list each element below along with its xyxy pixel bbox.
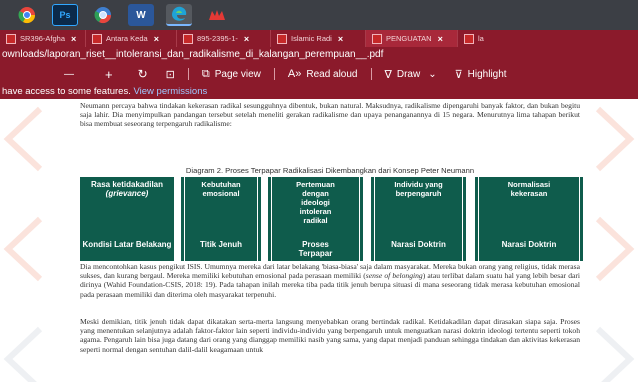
notice-text: have access to some features. bbox=[2, 86, 134, 97]
diagram-box-2: Kebutuhan emosional Titik Jenuh bbox=[181, 177, 261, 261]
paragraph-intro: Neumann percaya bahwa tindakan kekerasan… bbox=[80, 101, 580, 129]
read-aloud-icon: A» bbox=[287, 68, 302, 80]
diagram-box-5-bottom: Narasi Doktrin bbox=[501, 240, 557, 249]
paragraph-isis-example: Dia mencontohkan kasus pengikut ISIS. Um… bbox=[80, 262, 580, 299]
browser-tab[interactable]: 895-2395-1- × bbox=[177, 30, 271, 47]
diagram-box-4-top: Individu yang berpengaruh bbox=[394, 180, 443, 198]
close-tab-icon[interactable]: × bbox=[438, 34, 443, 44]
pdf-favicon-icon bbox=[6, 33, 16, 44]
tab-title: PENGUATAN bbox=[386, 34, 432, 43]
draw-label: Draw bbox=[396, 68, 421, 80]
close-tab-icon[interactable]: × bbox=[244, 34, 249, 44]
toolbar-separator bbox=[187, 68, 189, 80]
diagram-box-1-bottom: Kondisi Latar Belakang bbox=[82, 240, 172, 249]
toolbar-separator bbox=[273, 68, 275, 80]
tab-title: la bbox=[478, 34, 484, 43]
chevron-down-icon[interactable]: ⌄ bbox=[428, 69, 436, 80]
diagram-box-4: Individu yang berpengaruh Narasi Doktrin bbox=[371, 177, 466, 261]
pdf-favicon-icon bbox=[372, 33, 382, 44]
diagram-box-5: Normalisasi kekerasan Narasi Doktrin bbox=[475, 177, 583, 261]
draw-button[interactable]: ∇ Draw ⌄ bbox=[385, 68, 437, 81]
highlight-icon: ⊽ bbox=[454, 68, 463, 81]
browser-tab-strip: SR396-Afgha × Antara Keda × 895-2395-1- … bbox=[0, 30, 638, 47]
toolbar-separator bbox=[370, 68, 372, 80]
mendeley-app-icon[interactable] bbox=[204, 4, 230, 26]
paragraph-saturation: Meski demikian, titik jenuh tidak dapat … bbox=[80, 317, 580, 354]
edge-app-icon[interactable] bbox=[166, 4, 192, 26]
permissions-notice: have access to some features. View permi… bbox=[0, 85, 638, 99]
edge-logo-icon bbox=[172, 6, 187, 21]
diagram-box-4-bottom: Narasi Doktrin bbox=[391, 240, 446, 249]
close-tab-icon[interactable]: × bbox=[338, 34, 343, 44]
diagram-box-2-top: Kebutuhan emosional bbox=[201, 180, 241, 198]
diagram-box-5-top: Normalisasi kekerasan bbox=[507, 180, 551, 198]
fit-page-icon: ⊡ bbox=[165, 68, 175, 81]
close-tab-icon[interactable]: × bbox=[71, 34, 76, 44]
photoshop-label: Ps bbox=[59, 10, 71, 20]
highlight-button[interactable]: ⊽ Highlight bbox=[455, 68, 507, 81]
plus-icon: + bbox=[105, 66, 113, 82]
address-bar[interactable]: ownloads/laporan_riset__intoleransi_dan_… bbox=[0, 47, 638, 63]
pdf-favicon-icon bbox=[464, 33, 474, 44]
chrome-alt-logo-icon bbox=[94, 7, 112, 24]
diagram-box-3: Pertemuan dengan ideologi intoleran radi… bbox=[268, 177, 363, 261]
zoom-out-button[interactable]: — bbox=[64, 69, 74, 80]
diagram-box-3-top: Pertemuan dengan ideologi intoleran radi… bbox=[296, 180, 335, 225]
para2-emphasis: sense of belonging bbox=[365, 271, 423, 281]
chrome-alt-app-icon[interactable] bbox=[90, 4, 116, 26]
fit-page-button[interactable]: ⊡ bbox=[166, 68, 175, 81]
pdf-toolbar: — + ↻ ⊡ ⧉ Page view A» Read aloud ∇ Draw… bbox=[0, 63, 638, 85]
pdf-page: Neumann percaya bahwa tindakan kekerasan… bbox=[0, 99, 638, 382]
word-app-icon[interactable]: W bbox=[128, 4, 154, 26]
tab-title: Islamic Radi bbox=[291, 34, 332, 43]
tab-title: Antara Keda bbox=[106, 34, 148, 43]
browser-tab-active[interactable]: PENGUATAN × bbox=[366, 30, 458, 47]
diagram-box-3-bottom: Proses Terpapar bbox=[298, 240, 333, 258]
diagram-box-1: Rasa ketidakadilan (grievance) Kondisi L… bbox=[80, 177, 174, 261]
page-decoration-left-icon bbox=[3, 106, 43, 382]
browser-tab[interactable]: la bbox=[458, 30, 538, 47]
draw-icon: ∇ bbox=[384, 68, 392, 81]
page-view-label: Page view bbox=[214, 68, 261, 80]
view-permissions-link[interactable]: View permissions bbox=[133, 86, 207, 97]
tab-title: 895-2395-1- bbox=[197, 34, 238, 43]
rotate-icon: ↻ bbox=[137, 67, 148, 81]
photoshop-app-icon[interactable]: Ps bbox=[52, 4, 78, 26]
chrome-logo-icon bbox=[18, 7, 36, 24]
browser-tab[interactable]: SR396-Afgha × bbox=[0, 30, 86, 47]
diagram-box-1-top: Rasa ketidakadilan (grievance) bbox=[80, 180, 174, 198]
tab-title: SR396-Afgha bbox=[20, 34, 66, 43]
pdf-favicon-icon bbox=[183, 33, 193, 44]
browser-tab[interactable]: Islamic Radi × bbox=[271, 30, 366, 47]
read-aloud-label: Read aloud bbox=[306, 68, 358, 80]
diagram-box-1-top-text: Rasa ketidakadilan bbox=[90, 180, 164, 189]
word-label: W bbox=[136, 9, 146, 21]
highlight-label: Highlight bbox=[467, 68, 507, 80]
diagram-caption: Diagram 2. Proses Terpapar Radikalisasi … bbox=[185, 166, 475, 175]
chrome-app-icon[interactable] bbox=[14, 4, 40, 26]
diagram-box-2-bottom: Titik Jenuh bbox=[199, 240, 243, 249]
zoom-in-button[interactable]: + bbox=[105, 67, 113, 82]
taskbar: Ps W bbox=[0, 0, 638, 30]
browser-tab[interactable]: Antara Keda × bbox=[86, 30, 177, 47]
mendeley-logo-icon bbox=[209, 10, 225, 20]
minus-icon: — bbox=[64, 68, 74, 80]
page-view-icon: ⧉ bbox=[201, 67, 210, 80]
read-aloud-button[interactable]: A» Read aloud bbox=[288, 68, 358, 80]
diagram-box-1-top-extra: (grievance) bbox=[105, 189, 149, 198]
address-url: ownloads/laporan_riset__intoleransi_dan_… bbox=[2, 49, 384, 60]
page-view-button[interactable]: ⧉ Page view bbox=[202, 68, 261, 81]
pdf-favicon-icon bbox=[92, 33, 102, 44]
pdf-favicon-icon bbox=[277, 33, 287, 44]
rotate-button[interactable]: ↻ bbox=[138, 67, 148, 81]
close-tab-icon[interactable]: × bbox=[154, 34, 159, 44]
